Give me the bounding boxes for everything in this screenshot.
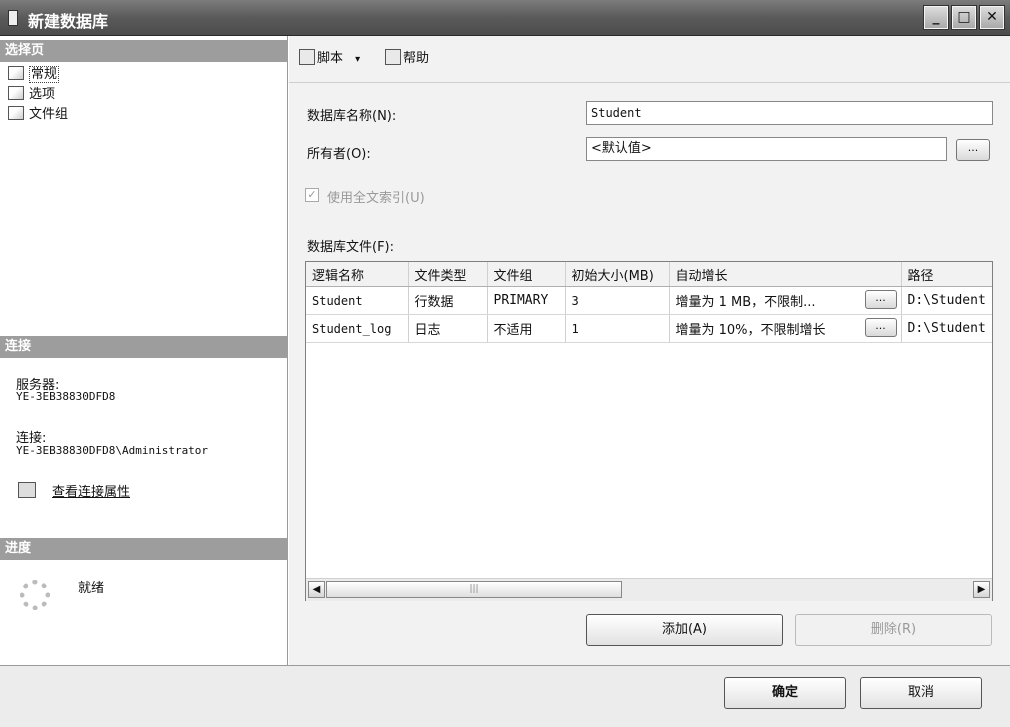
page-icon	[8, 86, 24, 100]
cell-initial-size[interactable]: 1	[565, 314, 670, 343]
select-page-header: 选择页	[0, 40, 288, 62]
ok-button[interactable]: 确定	[724, 677, 846, 709]
scroll-thumb[interactable]: |||	[326, 581, 622, 598]
minimize-button[interactable]: _	[923, 5, 949, 30]
autogrowth-browse-button[interactable]: ...	[864, 318, 897, 337]
app-icon	[8, 10, 18, 26]
page-icon	[8, 66, 24, 80]
maximize-button[interactable]: □	[951, 5, 977, 30]
table-row[interactable]: Student 行数据 PRIMARY 3 增量为 1 MB，不限制......…	[306, 286, 992, 315]
cell-filegroup[interactable]: PRIMARY	[487, 286, 566, 315]
progress-status: 就绪	[78, 581, 105, 596]
cell-filegroup: 不适用	[487, 314, 566, 343]
remove-button[interactable]: 删除(R)	[795, 614, 992, 646]
col-file-type[interactable]: 文件类型	[408, 262, 488, 287]
scroll-left-icon[interactable]: ◀	[308, 581, 325, 598]
autogrowth-text: 增量为 10%，不限制增长	[675, 323, 826, 338]
cell-path[interactable]: D:\Student	[901, 314, 992, 343]
progress-header: 进度	[0, 538, 288, 560]
toolbar: 脚本 ▾ 帮助	[289, 36, 1010, 83]
title-bar: 新建数据库 _ □ ✕	[0, 0, 1010, 36]
page-item-options[interactable]: 选项	[8, 86, 55, 104]
col-initial-size[interactable]: 初始大小(MB)	[565, 262, 670, 287]
database-files-grid: 逻辑名称 文件类型 文件组 初始大小(MB) 自动增长 路径 Student 行…	[305, 261, 993, 601]
connection-header: 连接	[0, 336, 288, 358]
server-value: YE-3EB38830DFD8	[16, 390, 116, 403]
autogrowth-text: 增量为 1 MB，不限制...	[675, 295, 816, 310]
window-title: 新建数据库	[28, 12, 109, 31]
horizontal-scrollbar[interactable]: ◀ ||| ▶	[306, 578, 992, 601]
col-logical-name[interactable]: 逻辑名称	[306, 262, 409, 287]
table-row[interactable]: Student_log 日志 不适用 1 增量为 10%，不限制增长... D:…	[306, 314, 992, 343]
left-panel: 选择页 常规 选项 文件组 连接 服务器: YE-3EB38830DFD8 连接…	[0, 36, 288, 665]
cell-file-type: 行数据	[408, 286, 488, 315]
help-button[interactable]: 帮助	[385, 49, 429, 69]
scroll-right-icon[interactable]: ▶	[973, 581, 990, 598]
cell-autogrowth: 增量为 10%，不限制增长...	[669, 314, 902, 343]
connection-value: YE-3EB38830DFD8\Administrator	[16, 444, 209, 457]
col-path[interactable]: 路径	[901, 262, 992, 287]
script-icon	[299, 49, 315, 65]
page-item-filegroups[interactable]: 文件组	[8, 106, 68, 124]
db-name-input[interactable]: Student	[586, 101, 993, 125]
db-files-label: 数据库文件(F):	[307, 240, 395, 255]
col-filegroup[interactable]: 文件组	[487, 262, 566, 287]
cell-path[interactable]: D:\Student	[901, 286, 992, 315]
grid-header-row: 逻辑名称 文件类型 文件组 初始大小(MB) 自动增长 路径	[306, 262, 992, 287]
close-button[interactable]: ✕	[979, 5, 1005, 30]
cell-autogrowth: 增量为 1 MB，不限制......	[669, 286, 902, 315]
dropdown-arrow-icon: ▾	[355, 54, 361, 65]
db-name-label: 数据库名称(N):	[307, 109, 397, 124]
script-button[interactable]: 脚本 ▾	[299, 49, 360, 69]
progress-spinner-icon	[20, 580, 50, 610]
owner-label: 所有者(O):	[307, 147, 371, 162]
fulltext-label: 使用全文索引(U)	[327, 191, 425, 206]
col-autogrowth[interactable]: 自动增长	[669, 262, 902, 287]
fulltext-checkbox[interactable]: ✓	[305, 188, 319, 202]
cell-file-type: 日志	[408, 314, 488, 343]
properties-icon	[18, 482, 36, 498]
owner-browse-button[interactable]: ...	[956, 139, 990, 161]
cell-logical-name[interactable]: Student	[306, 286, 409, 315]
dialog-footer	[0, 665, 1010, 727]
page-item-general[interactable]: 常规	[8, 66, 60, 84]
help-icon	[385, 49, 401, 65]
cell-initial-size[interactable]: 3	[565, 286, 670, 315]
owner-input[interactable]: <默认值>	[586, 137, 947, 161]
autogrowth-browse-button[interactable]: ...	[864, 290, 897, 309]
cancel-button[interactable]: 取消	[860, 677, 982, 709]
page-icon	[8, 106, 24, 120]
cell-logical-name[interactable]: Student_log	[306, 314, 409, 343]
view-connection-properties-link[interactable]: 查看连接属性	[52, 481, 130, 500]
add-button[interactable]: 添加(A)	[586, 614, 783, 646]
